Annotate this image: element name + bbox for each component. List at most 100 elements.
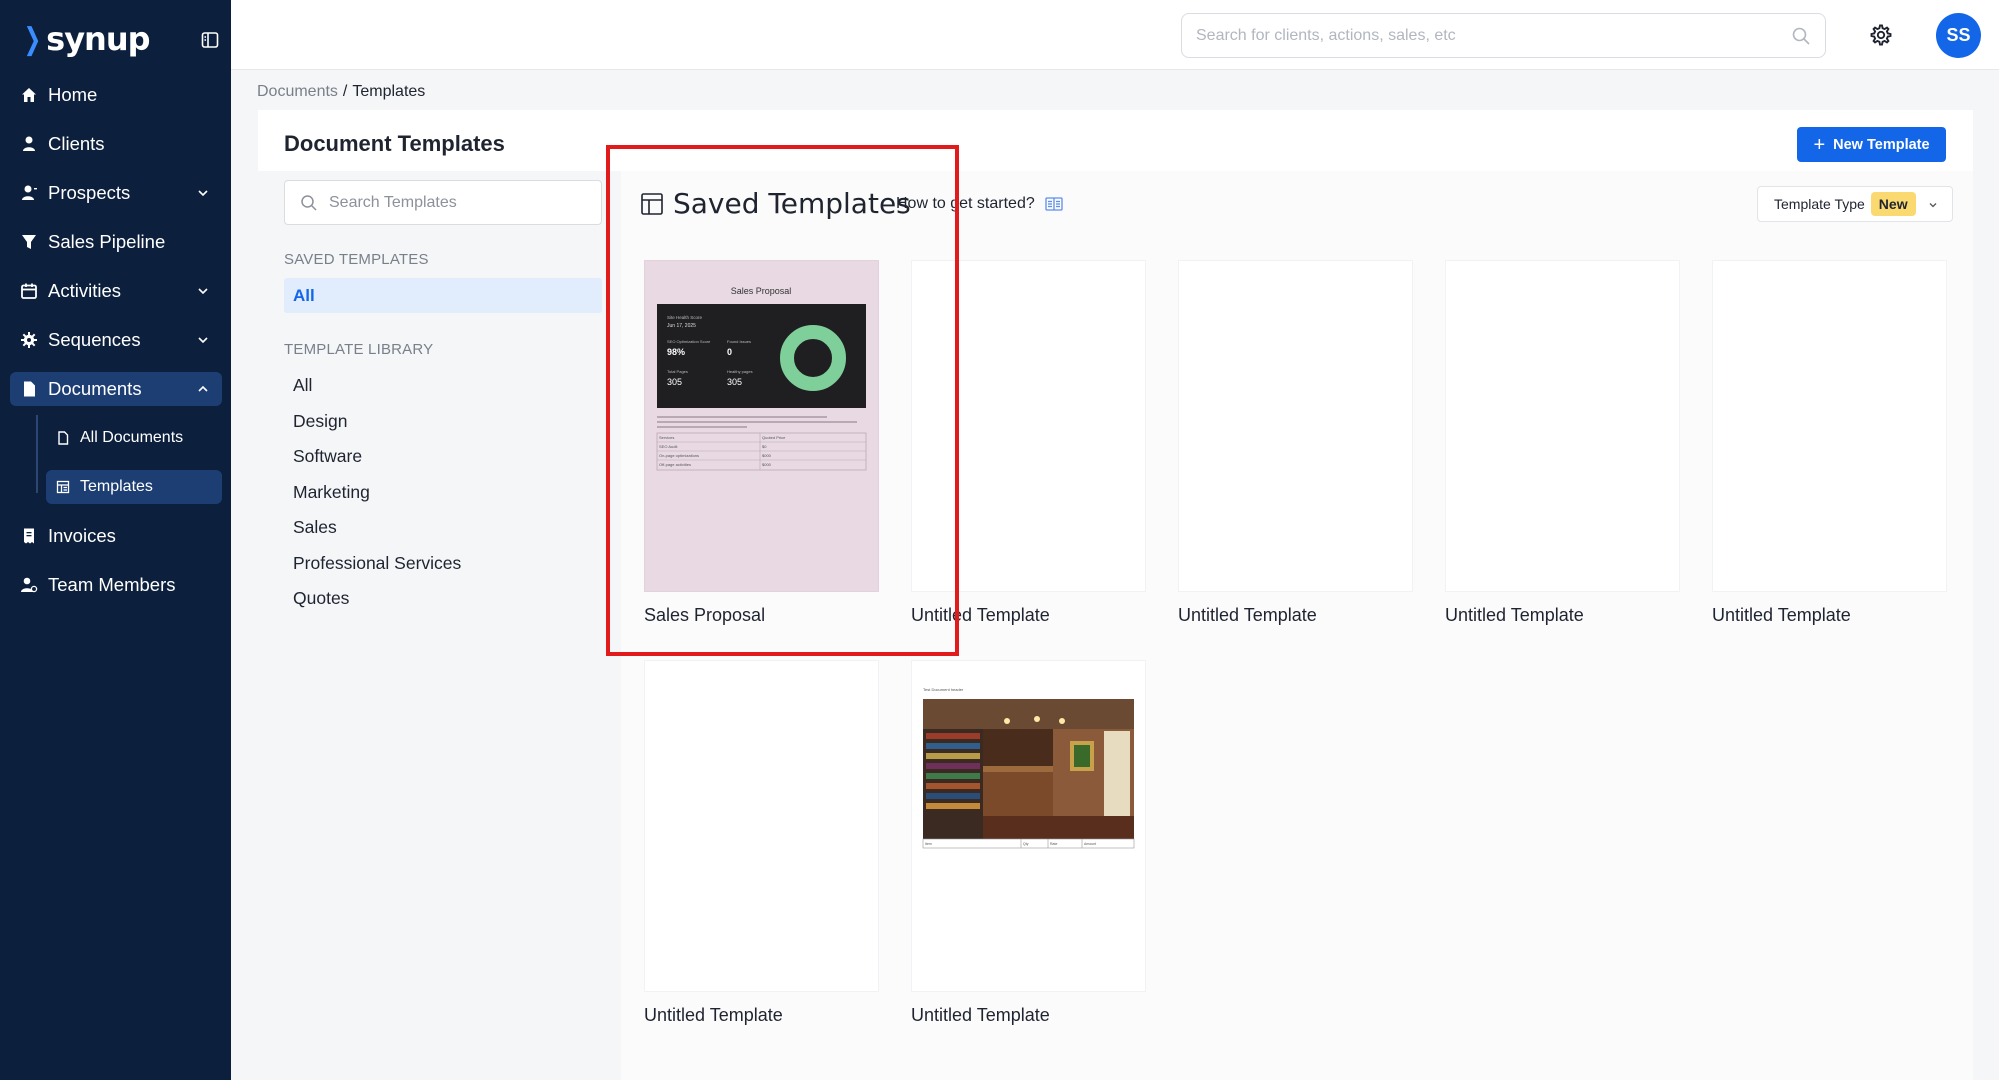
calendar-icon: [20, 282, 38, 300]
cog-icon: [20, 331, 38, 349]
chevron-up-icon[interactable]: [196, 382, 210, 396]
preview-col-amount: Amount: [1084, 842, 1096, 846]
preview-health-label: Site Health Score: [667, 315, 703, 320]
brand-logo[interactable]: ❯ synup: [20, 20, 151, 58]
sidebar-item-label: Prospects: [48, 182, 131, 203]
chevron-down-icon: [1929, 203, 1937, 208]
preview-row-3-price: $000: [762, 462, 772, 467]
template-library-list: All Design Software Marketing Sales Prof…: [293, 370, 461, 619]
breadcrumb-documents[interactable]: Documents: [257, 83, 338, 100]
sidebar-collapse-icon[interactable]: [200, 30, 220, 50]
library-item-software[interactable]: Software: [293, 441, 461, 477]
preview-col-qty: Qty: [1023, 842, 1029, 846]
photo-document-preview: Test Document header Item Qty Rate Amoun…: [922, 687, 1135, 849]
brand-name: synup: [46, 20, 150, 58]
global-search-input[interactable]: [1182, 14, 1762, 57]
sidebar-item-label: Invoices: [48, 525, 116, 546]
new-badge: New: [1870, 192, 1916, 216]
saved-templates-heading: SAVED TEMPLATES: [284, 251, 429, 268]
template-thumbnail: [1178, 260, 1413, 592]
sidebar-item-team-members[interactable]: Team Members: [10, 568, 222, 602]
new-template-button[interactable]: + New Template: [1797, 127, 1946, 162]
template-card[interactable]: Untitled Template: [1445, 260, 1680, 626]
sidebar-item-label: Activities: [48, 280, 121, 301]
template-card[interactable]: Untitled Template: [644, 660, 879, 1026]
library-item-marketing[interactable]: Marketing: [293, 477, 461, 513]
preview-row-2-service: On-page optimizations: [659, 453, 699, 458]
sidebar-item-sequences[interactable]: Sequences: [10, 323, 222, 357]
sidebar-item-invoices[interactable]: Invoices: [10, 519, 222, 553]
breadcrumb: Documents / Templates: [257, 83, 425, 101]
library-item-sales[interactable]: Sales: [293, 512, 461, 548]
preview-issues-value: 0: [727, 347, 732, 357]
search-icon: [301, 195, 317, 211]
receipt-icon: [20, 527, 38, 545]
preview-row-1-price: $0: [762, 444, 767, 449]
sidebar-item-documents[interactable]: Documents: [10, 372, 222, 406]
sidebar: ❯ synup Home Clients Prospects Sales Pip…: [0, 0, 231, 1080]
template-type-dropdown[interactable]: Template Type New: [1757, 186, 1953, 222]
how-to-label: How to get started?: [896, 195, 1035, 212]
template-name: Untitled Template: [1178, 605, 1317, 625]
chevron-down-icon[interactable]: [196, 186, 210, 200]
library-item-all[interactable]: All: [293, 370, 461, 406]
sidebar-item-label: Clients: [48, 133, 105, 154]
preview-caption: Test Document header: [923, 687, 964, 692]
user-plus-icon: [20, 184, 38, 202]
library-item-design[interactable]: Design: [293, 406, 461, 442]
preview-pages-value: 305: [667, 377, 682, 387]
funnel-icon: [20, 233, 38, 251]
template-thumbnail: [1445, 260, 1680, 592]
sidebar-item-all-documents[interactable]: All Documents: [46, 421, 222, 455]
submenu-guide-line: [36, 415, 38, 493]
sidebar-item-prospects[interactable]: Prospects: [10, 176, 222, 210]
sidebar-item-label: Home: [48, 84, 98, 105]
team-icon: [20, 576, 38, 594]
global-search[interactable]: [1181, 13, 1826, 58]
template-card[interactable]: Untitled Template: [1178, 260, 1413, 626]
library-item-professional-services[interactable]: Professional Services: [293, 548, 461, 584]
search-icon[interactable]: [1791, 26, 1811, 46]
documents-submenu: All Documents Templates: [36, 415, 222, 504]
chevron-down-icon[interactable]: [196, 284, 210, 298]
plus-icon: +: [1813, 133, 1826, 156]
template-name: Untitled Template: [1712, 605, 1851, 625]
template-name: Untitled Template: [911, 1005, 1050, 1025]
library-item-quotes[interactable]: Quotes: [293, 583, 461, 619]
sidebar-item-label: Documents: [48, 378, 142, 399]
sidebar-item-clients[interactable]: Clients: [10, 127, 222, 161]
chevron-down-icon[interactable]: [196, 333, 210, 347]
template-card[interactable]: Untitled Template: [911, 260, 1146, 626]
template-card[interactable]: Test Document header Item Qty Rate Amoun…: [911, 660, 1146, 1026]
sidebar-item-sales-pipeline[interactable]: Sales Pipeline: [10, 225, 222, 259]
saved-templates-all[interactable]: All: [284, 278, 602, 313]
template-card[interactable]: Sales Proposal Site Health Score Jun 17,…: [644, 260, 879, 626]
document-icon: [20, 380, 38, 398]
sidebar-item-label: Team Members: [48, 574, 176, 595]
template-search[interactable]: [284, 180, 602, 225]
template-thumbnail: [1712, 260, 1947, 592]
sidebar-item-home[interactable]: Home: [10, 78, 222, 112]
settings-gear-icon[interactable]: [1868, 22, 1894, 48]
template-thumbnail: [644, 660, 879, 992]
preview-title: Sales Proposal: [731, 286, 792, 296]
user-avatar[interactable]: SS: [1936, 13, 1981, 58]
home-icon: [20, 86, 38, 104]
logo-row: ❯ synup: [20, 18, 220, 60]
template-card[interactable]: Untitled Template: [1712, 260, 1947, 626]
template-name: Untitled Template: [1445, 605, 1584, 625]
sales-proposal-preview: Sales Proposal Site Health Score Jun 17,…: [656, 286, 867, 471]
sidebar-subitem-label: All Documents: [80, 429, 184, 446]
template-search-input[interactable]: [329, 181, 589, 224]
how-to-get-started-link[interactable]: How to get started?: [896, 195, 1063, 213]
sidebar-item-templates[interactable]: Templates: [46, 470, 222, 504]
preview-col-price: Quoted Price: [762, 435, 786, 440]
template-thumbnail: Test Document header Item Qty Rate Amoun…: [911, 660, 1146, 992]
template-type-label: Template Type: [1774, 196, 1865, 212]
template-name: Untitled Template: [911, 605, 1050, 625]
template-name: Sales Proposal: [644, 605, 766, 625]
preview-col-services: Services: [659, 435, 674, 440]
sidebar-item-activities[interactable]: Activities: [10, 274, 222, 308]
preview-row-1-service: SEO Audit: [659, 444, 678, 449]
breadcrumb-separator: /: [342, 83, 348, 100]
